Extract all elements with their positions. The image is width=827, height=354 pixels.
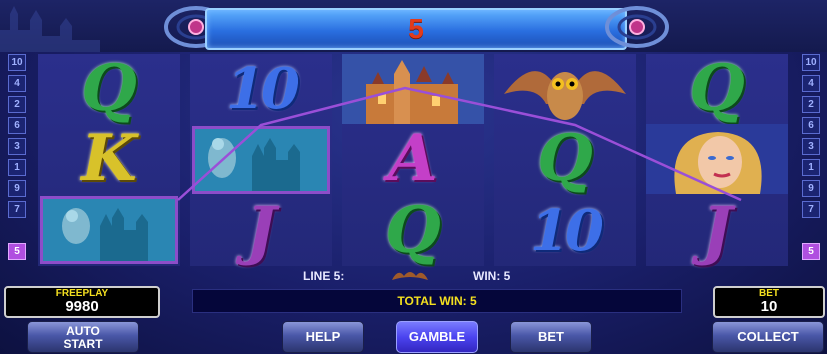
symbol-a: A — [388, 121, 438, 196]
woman-portrait-icon — [646, 124, 788, 194]
symbol-owl — [494, 54, 636, 124]
symbol-cell: 10 — [190, 54, 332, 124]
line-number[interactable]: 2 — [8, 96, 26, 113]
win-display: 5 — [205, 8, 627, 50]
line-number[interactable]: 10 — [802, 54, 820, 71]
slot-game: 5 10 4 2 6 3 1 9 7 5 10 4 2 6 3 1 9 7 5 … — [0, 0, 827, 354]
symbol-cell: Q — [38, 54, 180, 124]
line-numbers-right: 10 4 2 6 3 1 9 7 5 — [800, 54, 820, 262]
line-number[interactable]: 7 — [8, 201, 26, 218]
line-number[interactable]: 9 — [802, 180, 820, 197]
top-bar: 5 — [0, 0, 827, 52]
line-number[interactable]: 2 — [802, 96, 820, 113]
symbol-q: Q — [81, 51, 137, 126]
symbol-k: K — [81, 121, 137, 196]
reel-4: Q 10 — [494, 54, 636, 266]
symbol-cell: 10 — [494, 196, 636, 266]
symbol-cell: A — [342, 124, 484, 194]
symbol-woman — [646, 124, 788, 194]
owl-castle-icon — [192, 126, 330, 194]
castle-silhouette-icon — [0, 6, 100, 52]
line-numbers-left: 10 4 2 6 3 1 9 7 5 — [6, 54, 26, 262]
castle-icon — [342, 54, 484, 124]
line-label: LINE 5: — [303, 269, 345, 283]
symbol-j: J — [701, 193, 733, 268]
symbol-q: Q — [385, 193, 441, 268]
line-number[interactable]: 3 — [802, 138, 820, 155]
line-number[interactable]: 6 — [802, 117, 820, 134]
owl-icon — [504, 71, 626, 120]
reel-grid: Q K 10 J A Q Q 10 Q J — [38, 54, 790, 266]
symbol-q: Q — [689, 51, 745, 126]
reel-2: 10 J — [190, 54, 332, 266]
reel-3: A Q — [342, 54, 484, 266]
symbol-owl-castle — [192, 126, 330, 194]
symbol-cell: Q — [342, 196, 484, 266]
line-number-active[interactable]: 5 — [8, 243, 26, 260]
celtic-knot-right-icon — [605, 6, 669, 48]
owl-mini-icon — [392, 272, 428, 280]
symbol-castle — [342, 54, 484, 124]
line-number[interactable]: 9 — [8, 180, 26, 197]
freeplay-value: 9980 — [65, 298, 99, 315]
symbol-q: Q — [537, 121, 593, 196]
symbol-cell: Q — [494, 124, 636, 194]
symbol-owl-castle — [40, 196, 178, 264]
collect-button[interactable]: COLLECT — [712, 321, 824, 353]
reel-1: Q K — [38, 54, 180, 266]
freeplay-box: FREEPLAY 9980 — [4, 286, 160, 318]
total-win-bar: TOTAL WIN: 5 — [192, 289, 682, 313]
symbol-10: 10 — [530, 198, 604, 264]
symbol-cell: K — [38, 124, 180, 194]
symbol-j: J — [245, 193, 277, 268]
gamble-button[interactable]: GAMBLE — [396, 321, 478, 353]
symbol-cell: J — [190, 196, 332, 266]
bet-box: BET 10 — [713, 286, 825, 318]
bet-value: 10 — [760, 298, 778, 315]
bet-button[interactable]: BET — [510, 321, 592, 353]
symbol-cell: J — [646, 196, 788, 266]
symbol-10: 10 — [226, 56, 300, 122]
line-number[interactable]: 1 — [802, 159, 820, 176]
line-number[interactable]: 4 — [8, 75, 26, 92]
line-number[interactable]: 1 — [8, 159, 26, 176]
win-label: WIN: 5 — [473, 269, 511, 283]
total-win-text: TOTAL WIN: 5 — [397, 294, 477, 308]
line-number-active[interactable]: 5 — [802, 243, 820, 260]
line-number[interactable]: 6 — [8, 117, 26, 134]
line-number[interactable]: 3 — [8, 138, 26, 155]
win-amount: 5 — [408, 13, 424, 44]
auto-start-label-2: START — [63, 337, 103, 351]
symbol-cell: Q — [646, 54, 788, 124]
line-number[interactable]: 7 — [802, 201, 820, 218]
reel-5: Q J — [646, 54, 788, 266]
auto-start-button[interactable]: AUTO START — [27, 321, 139, 353]
owl-castle-icon — [40, 196, 178, 264]
help-button[interactable]: HELP — [282, 321, 364, 353]
line-number[interactable]: 10 — [8, 54, 26, 71]
line-number[interactable]: 4 — [802, 75, 820, 92]
